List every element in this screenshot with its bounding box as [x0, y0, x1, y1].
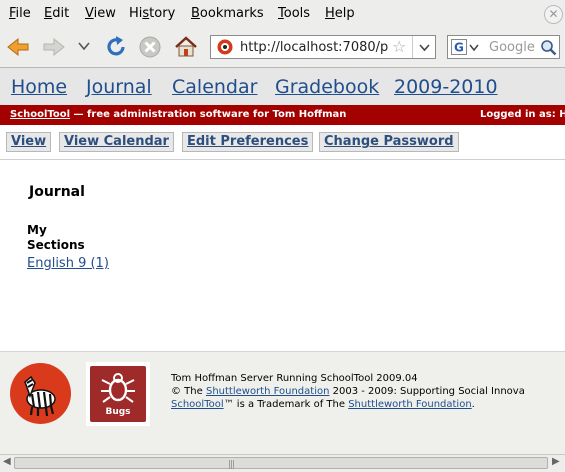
url-dropdown-icon[interactable]	[412, 36, 436, 58]
footer-trademark: SchoolTool™ is a Trademark of The Shuttl…	[171, 399, 475, 410]
shuttleworth-link[interactable]: Shuttleworth Foundation	[206, 386, 329, 397]
url-bar[interactable]: http://localhost:7080/p ☆	[210, 35, 436, 59]
view-calendar-button[interactable]: View Calendar	[59, 132, 174, 152]
footer-schooltool-link[interactable]: SchoolTool	[171, 399, 224, 410]
forward-arrow-icon[interactable]	[43, 37, 65, 57]
close-icon[interactable]: ✕	[544, 5, 563, 24]
footer-server-info: Tom Hoffman Server Running SchoolTool 20…	[171, 373, 418, 384]
navigation-toolbar: http://localhost:7080/p ☆ G Google	[0, 27, 565, 68]
menu-history[interactable]: History	[129, 6, 175, 21]
main-nav: Home Journal Calendar Gradebook 2009-201…	[0, 68, 565, 105]
url-text[interactable]: http://localhost:7080/p	[240, 40, 388, 55]
reload-icon[interactable]	[104, 35, 128, 59]
banner-tagline: SchoolTool — free administration softwar…	[10, 109, 347, 120]
home-icon[interactable]	[174, 35, 198, 59]
scroll-right-icon[interactable]: ▶	[552, 456, 560, 467]
page-content: Home Journal Calendar Gradebook 2009-201…	[0, 68, 565, 454]
stop-icon[interactable]	[138, 35, 162, 59]
bugs-link[interactable]: Bugs	[86, 362, 150, 426]
schooltool-link[interactable]: SchoolTool	[10, 109, 70, 120]
action-bar: View View Calendar Edit Preferences Chan…	[0, 125, 565, 160]
header-banner: SchoolTool — free administration softwar…	[0, 105, 565, 125]
bugs-label: Bugs	[105, 407, 131, 417]
footer-copyright: © The Shuttleworth Foundation 2003 - 200…	[171, 386, 525, 397]
menu-edit[interactable]: Edit	[44, 6, 69, 21]
back-arrow-icon[interactable]	[7, 37, 29, 57]
nav-school-year[interactable]: 2009-2010	[394, 76, 498, 98]
sections-heading: My Sections	[27, 223, 85, 252]
logged-in-label: Logged in as: H	[480, 109, 565, 120]
schooltool-zebra-logo[interactable]	[10, 363, 71, 424]
menu-tools[interactable]: Tools	[278, 6, 310, 21]
footer-shuttleworth-link[interactable]: Shuttleworth Foundation	[348, 399, 471, 410]
menu-view[interactable]: View	[85, 6, 116, 21]
google-engine-icon[interactable]: G	[451, 39, 467, 55]
change-password-button[interactable]: Change Password	[319, 132, 459, 152]
grip-icon: |||	[228, 460, 235, 470]
menu-bookmarks[interactable]: Bookmarks	[191, 6, 264, 21]
edit-preferences-button[interactable]: Edit Preferences	[182, 132, 314, 152]
scroll-left-icon[interactable]: ◀	[3, 456, 11, 467]
menu-bar: File Edit View History Bookmarks Tools H…	[0, 0, 565, 27]
site-favicon-icon	[217, 39, 233, 55]
page-title: Journal	[29, 184, 85, 200]
nav-calendar[interactable]: Calendar	[172, 76, 257, 98]
nav-journal[interactable]: Journal	[86, 76, 152, 98]
bookmark-star-icon[interactable]: ☆	[392, 37, 406, 56]
search-icon[interactable]	[540, 39, 557, 56]
view-button[interactable]: View	[6, 132, 52, 152]
horizontal-scrollbar[interactable]: ◀ ||| ▶	[0, 454, 565, 472]
history-dropdown-icon[interactable]	[78, 41, 90, 51]
section-link[interactable]: English 9 (1)	[27, 256, 109, 271]
nav-home[interactable]: Home	[11, 76, 67, 98]
menu-file[interactable]: File	[9, 6, 31, 21]
search-input[interactable]: Google	[489, 40, 535, 55]
nav-gradebook[interactable]: Gradebook	[275, 76, 379, 98]
zebra-icon	[24, 375, 56, 417]
engine-dropdown-icon[interactable]	[469, 44, 479, 52]
svg-text:G: G	[454, 41, 464, 55]
scrollbar-thumb[interactable]: |||	[14, 457, 548, 470]
search-box[interactable]: G Google	[447, 35, 560, 59]
menu-help[interactable]: Help	[325, 6, 355, 21]
footer: Bugs Tom Hoffman Server Running SchoolTo…	[0, 351, 565, 454]
